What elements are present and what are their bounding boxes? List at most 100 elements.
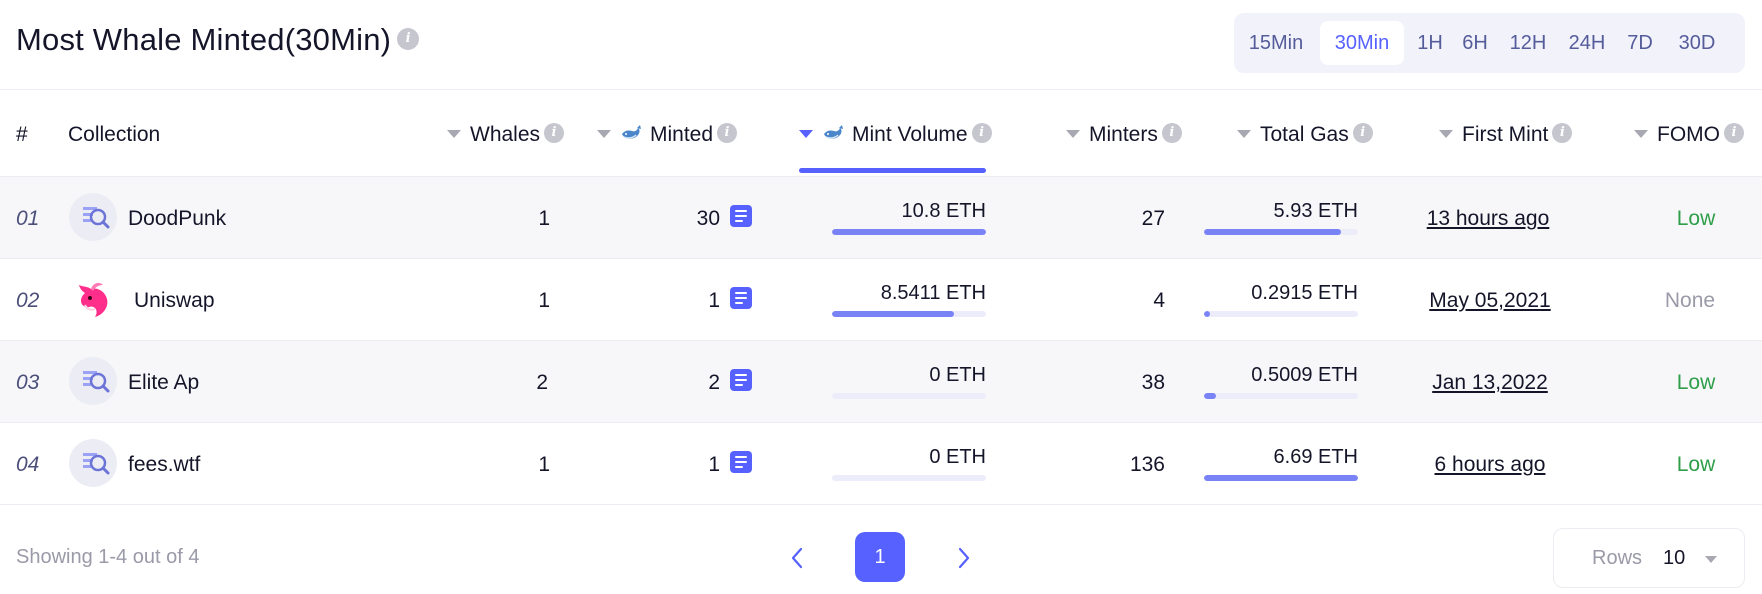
whale-icon xyxy=(622,125,641,140)
chevron-down-icon xyxy=(1705,556,1717,563)
column-fomo[interactable]: FOMO i xyxy=(1634,122,1744,148)
info-icon[interactable]: i xyxy=(717,123,738,144)
rows-value: 10 xyxy=(1663,547,1686,569)
column-first-mint[interactable]: First Mint i xyxy=(1439,122,1573,148)
column-collection: Collection xyxy=(68,123,161,146)
list-icon[interactable] xyxy=(730,369,752,391)
whale-icon xyxy=(824,125,843,140)
sort-caret-icon[interactable] xyxy=(1634,130,1648,138)
mint-volume-value: 0 ETH xyxy=(929,446,986,468)
sort-caret-active-icon[interactable] xyxy=(799,130,813,138)
minted-count: 1 xyxy=(708,289,720,312)
mint-volume-value: 0 ETH xyxy=(929,364,986,386)
next-page-button[interactable] xyxy=(952,541,976,575)
tab-7d[interactable]: 7D xyxy=(1620,21,1660,65)
whales-count: 1 xyxy=(538,453,550,476)
tab-30d[interactable]: 30D xyxy=(1670,21,1724,65)
total-gas-bar xyxy=(1204,229,1358,235)
tab-24h[interactable]: 24H xyxy=(1560,21,1614,65)
unicorn-logo xyxy=(69,275,117,323)
minted-count: 30 xyxy=(696,207,720,230)
first-mint-link[interactable]: Jan 13,2022 xyxy=(1390,371,1590,395)
panel-header: Most Whale Minted(30Min) i 15Min 30Min 1H… xyxy=(0,0,1762,90)
first-mint-link[interactable]: 6 hours ago xyxy=(1390,453,1590,477)
info-icon[interactable]: i xyxy=(1724,123,1744,144)
mint-volume-value: 10.8 ETH xyxy=(901,200,986,222)
rows-label: Rows xyxy=(1592,547,1643,569)
total-gas-bar xyxy=(1204,475,1358,481)
mint-volume-bar xyxy=(832,393,986,399)
prev-page-button[interactable] xyxy=(785,541,809,575)
tab-12h[interactable]: 12H xyxy=(1502,21,1554,65)
column-whales[interactable]: Whales i xyxy=(447,122,565,148)
minters-count: 136 xyxy=(1129,453,1165,476)
column-total-gas[interactable]: Total Gas i xyxy=(1237,122,1373,148)
total-gas-bar xyxy=(1204,393,1358,399)
tab-15min[interactable]: 15Min xyxy=(1242,21,1310,65)
fomo-level: Low xyxy=(1676,453,1716,476)
collection-name[interactable]: fees.wtf xyxy=(128,453,200,477)
table-row[interactable]: 04 fees.wtf 1 1 0 ETH 136 6.69 ETH 6 hou… xyxy=(0,423,1762,505)
total-gas-value: 6.69 ETH xyxy=(1273,446,1358,468)
total-gas-bar xyxy=(1204,311,1358,317)
table-row[interactable]: 02 Uniswap 1 1 8.5411 ETH 4 0.2915 ETH M… xyxy=(0,259,1762,341)
sort-caret-icon[interactable] xyxy=(1066,130,1080,138)
info-icon[interactable]: i xyxy=(1161,123,1182,144)
sort-caret-icon[interactable] xyxy=(447,130,461,138)
fomo-level: Low xyxy=(1676,371,1716,394)
sort-caret-icon[interactable] xyxy=(1237,130,1251,138)
sort-caret-icon[interactable] xyxy=(597,130,611,138)
minters-count: 27 xyxy=(1141,207,1165,230)
whales-count: 2 xyxy=(536,371,548,394)
tab-1h[interactable]: 1H xyxy=(1412,21,1448,65)
first-mint-link[interactable]: May 05,2021 xyxy=(1390,289,1590,313)
info-icon[interactable]: i xyxy=(397,27,420,50)
search-icon xyxy=(69,357,117,405)
table-row[interactable]: 01 DoodPunk 1 30 10.8 ETH 27 5.93 ETH 13… xyxy=(0,177,1762,259)
column-fomo-label: FOMO xyxy=(1657,123,1720,146)
time-filter-tabs: 15Min 30Min 1H 6H 12H 24H 7D 30D xyxy=(1234,13,1745,73)
column-whales-label: Whales xyxy=(470,123,541,146)
page-button-current[interactable]: 1 xyxy=(855,532,905,582)
mint-volume-bar xyxy=(832,229,986,235)
page-title-text: Most Whale Minted(30Min) xyxy=(16,22,392,57)
list-icon[interactable] xyxy=(730,451,752,473)
info-icon[interactable]: i xyxy=(1352,123,1373,144)
tab-6h[interactable]: 6H xyxy=(1454,21,1496,65)
list-icon[interactable] xyxy=(730,205,752,227)
total-gas-value: 0.5009 ETH xyxy=(1251,364,1358,386)
column-mint-volume-label: Mint Volume xyxy=(852,123,968,146)
column-minted[interactable]: Minted i xyxy=(597,122,738,148)
sort-caret-icon[interactable] xyxy=(1439,130,1453,138)
total-gas-fill xyxy=(1204,475,1358,481)
collection-name[interactable]: DoodPunk xyxy=(128,207,226,231)
minters-count: 38 xyxy=(1141,371,1165,394)
mint-volume-fill xyxy=(832,311,954,317)
column-mint-volume[interactable]: Mint Volume i xyxy=(799,122,992,148)
column-minters[interactable]: Minters i xyxy=(1066,122,1182,148)
collection-name[interactable]: Uniswap xyxy=(134,289,215,313)
whales-count: 1 xyxy=(538,207,550,230)
column-first-mint-label: First Mint xyxy=(1462,123,1549,146)
search-icon xyxy=(69,193,117,241)
total-gas-value: 0.2915 ETH xyxy=(1251,282,1358,304)
first-mint-link[interactable]: 13 hours ago xyxy=(1390,207,1586,231)
list-icon[interactable] xyxy=(730,287,752,309)
column-rank: # xyxy=(16,123,28,146)
column-minted-label: Minted xyxy=(650,123,714,146)
collection-name[interactable]: Elite Ap xyxy=(128,371,199,395)
info-icon[interactable]: i xyxy=(1552,123,1573,144)
rows-per-page-select[interactable]: Rows 10 xyxy=(1553,528,1745,588)
total-gas-fill xyxy=(1204,311,1211,317)
row-rank: 03 xyxy=(16,371,40,394)
mint-volume-bar xyxy=(832,311,986,317)
chevron-right-icon xyxy=(958,547,970,569)
fomo-level: None xyxy=(1664,289,1716,312)
pagination-summary: Showing 1-4 out of 4 xyxy=(16,546,200,568)
table-row[interactable]: 03 Elite Ap 2 2 0 ETH 38 0.5009 ETH Jan … xyxy=(0,341,1762,423)
info-icon[interactable]: i xyxy=(971,123,992,144)
info-icon[interactable]: i xyxy=(544,123,565,144)
tab-30min[interactable]: 30Min xyxy=(1320,21,1404,65)
page-title: Most Whale Minted(30Min) i xyxy=(16,22,420,58)
chevron-left-icon xyxy=(791,547,803,569)
